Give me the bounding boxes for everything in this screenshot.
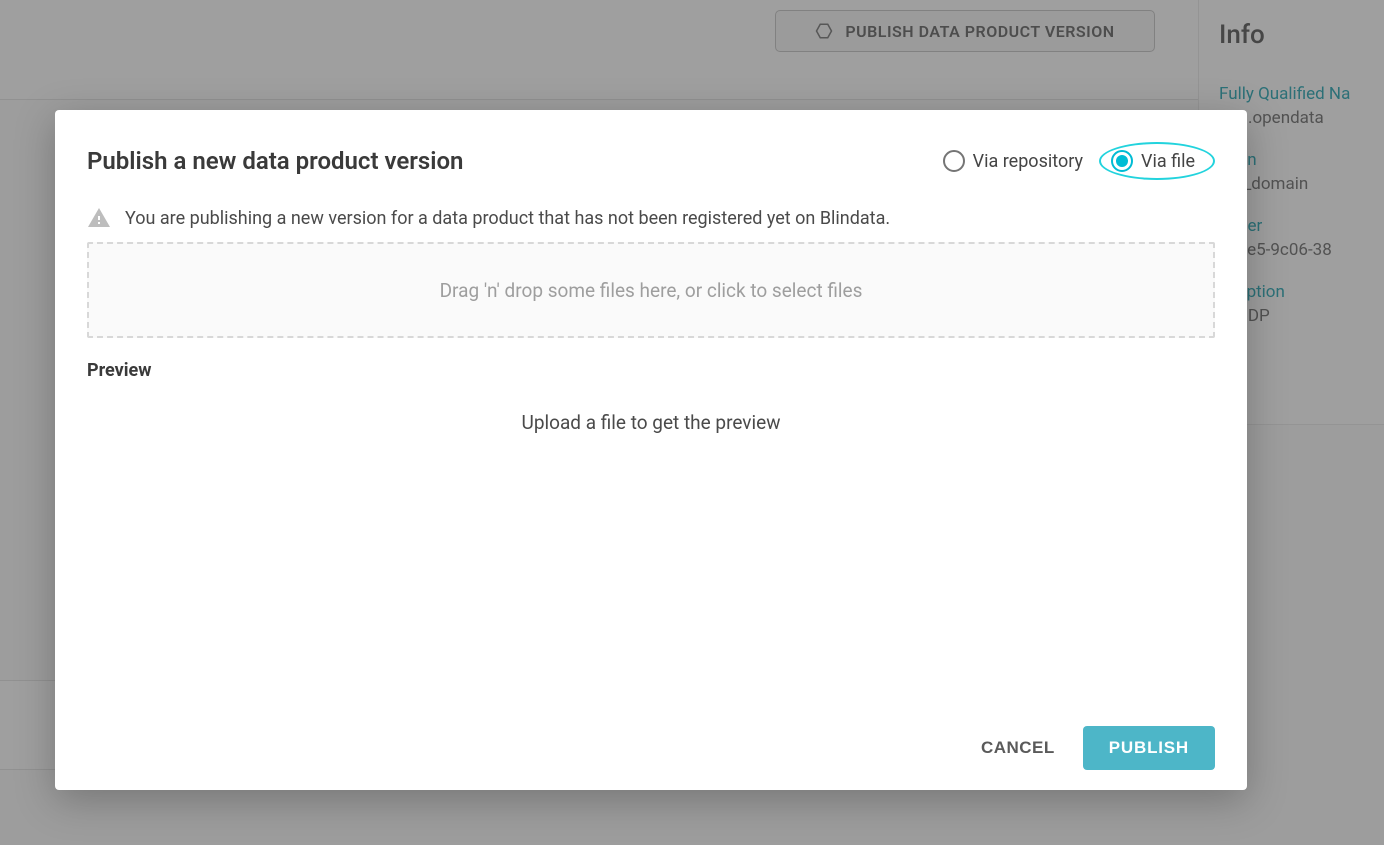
modal-title: Publish a new data product version xyxy=(87,147,463,175)
radio-checked-icon xyxy=(1111,150,1133,172)
preview-empty-message: Upload a file to get the preview xyxy=(87,411,1215,434)
selected-highlight: Via file xyxy=(1099,142,1215,180)
modal-header: Publish a new data product version Via r… xyxy=(87,142,1215,180)
upload-mode-radio-group: Via repository Via file xyxy=(941,142,1215,180)
dropzone-text: Drag 'n' drop some files here, or click … xyxy=(440,279,863,302)
radio-label: Via file xyxy=(1141,151,1195,172)
publish-button[interactable]: PUBLISH xyxy=(1083,726,1215,770)
warning-text: You are publishing a new version for a d… xyxy=(125,208,890,229)
radio-label: Via repository xyxy=(973,151,1083,172)
file-dropzone[interactable]: Drag 'n' drop some files here, or click … xyxy=(87,242,1215,338)
warning-icon xyxy=(87,206,111,230)
modal-actions: CANCEL PUBLISH xyxy=(87,706,1215,770)
preview-heading: Preview xyxy=(87,360,1215,381)
publish-modal: Publish a new data product version Via r… xyxy=(55,110,1247,790)
warning-row: You are publishing a new version for a d… xyxy=(87,206,1215,230)
radio-unchecked-icon xyxy=(943,150,965,172)
radio-via-repository[interactable]: Via repository xyxy=(941,146,1085,176)
cancel-button[interactable]: CANCEL xyxy=(975,728,1061,768)
radio-via-file[interactable]: Via file xyxy=(1111,150,1195,172)
